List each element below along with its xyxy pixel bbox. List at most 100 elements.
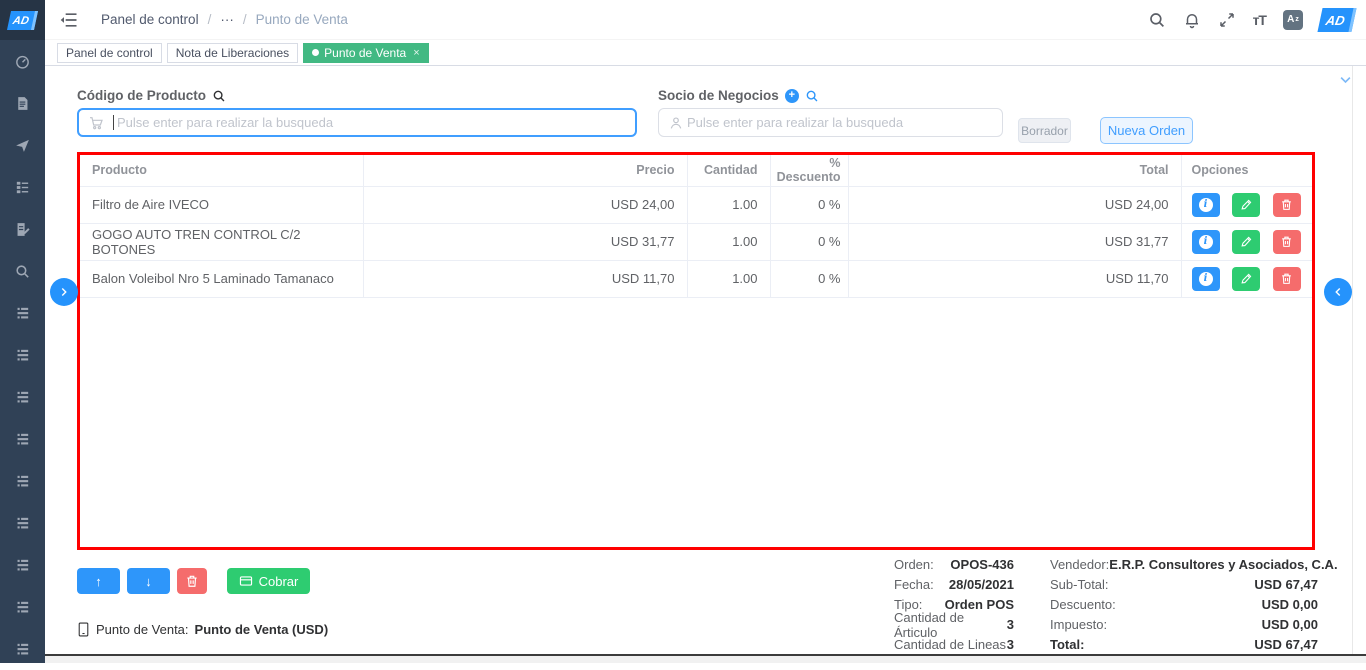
breadcrumb-separator: / xyxy=(243,12,247,27)
table-row[interactable]: Balon Voleibol Nro 5 Laminado Tamanaco U… xyxy=(80,260,1312,297)
header-search-button[interactable] xyxy=(1148,11,1166,29)
sidebar-item-list-2[interactable] xyxy=(0,334,45,376)
summary-value: USD 0,00 xyxy=(1262,597,1318,612)
line-info-button[interactable]: i xyxy=(1192,193,1220,217)
line-delete-button[interactable] xyxy=(1273,230,1301,254)
pos-terminal-info: Punto de Venta: Punto de Venta (USD) xyxy=(77,622,328,637)
cobrar-button[interactable]: Cobrar xyxy=(227,568,310,594)
breadcrumb: Panel de control / ··· / Punto de Venta xyxy=(101,12,348,27)
cell-product: Balon Voleibol Nro 5 Laminado Tamanaco xyxy=(80,260,363,297)
person-icon xyxy=(668,115,684,131)
move-line-down-button[interactable]: ↓ xyxy=(127,568,170,594)
trash-icon xyxy=(185,574,199,588)
sidebar-item-documents[interactable] xyxy=(0,82,45,124)
font-size-icon[interactable]: тT xyxy=(1253,12,1266,28)
partner-search-icon[interactable] xyxy=(805,89,819,103)
business-partner-label: Socio de Negocios + xyxy=(658,88,819,103)
sidebar-item-search[interactable] xyxy=(0,250,45,292)
breadcrumb-current: Punto de Venta xyxy=(256,12,348,27)
line-delete-button[interactable] xyxy=(1273,193,1301,217)
chevron-down-icon[interactable] xyxy=(1338,72,1353,87)
trash-icon xyxy=(1280,198,1293,211)
summary-label: Total: xyxy=(1050,637,1084,652)
expand-right-panel-button[interactable] xyxy=(1324,278,1352,306)
cell-product: GOGO AUTO TREN CONTROL C/2 BOTONES xyxy=(80,223,363,260)
list-icon xyxy=(14,641,31,658)
summary-row-fecha: Fecha: 28/05/2021 xyxy=(894,574,1014,594)
app-logo[interactable]: AD xyxy=(0,0,45,40)
avatar[interactable]: AD xyxy=(1317,8,1356,32)
sidebar-item-list-4[interactable] xyxy=(0,418,45,460)
sidebar-item-list-1[interactable] xyxy=(0,292,45,334)
partner-search-input[interactable]: Pulse enter para realizar la busqueda xyxy=(658,108,1003,137)
line-edit-button[interactable] xyxy=(1232,230,1260,254)
sidebar-item-list-9[interactable] xyxy=(0,628,45,670)
cell-qty: 1.00 xyxy=(687,223,770,260)
new-order-button[interactable]: Nueva Orden xyxy=(1100,117,1193,144)
pencil-icon xyxy=(1240,198,1253,211)
notifications-button[interactable] xyxy=(1183,11,1201,29)
product-search-icon[interactable] xyxy=(212,89,226,103)
summary-value: 28/05/2021 xyxy=(949,577,1014,592)
summary-row-cantidad-articulo: Cantidad de Árticulo3 xyxy=(894,615,1014,635)
summary-value: USD 67,47 xyxy=(1254,577,1318,592)
cobrar-label: Cobrar xyxy=(259,574,299,589)
product-search-input[interactable]: Pulse enter para realizar la busqueda xyxy=(77,108,637,137)
sidebar-item-list-5[interactable] xyxy=(0,460,45,502)
cell-total: USD 11,70 xyxy=(848,260,1181,297)
line-edit-button[interactable] xyxy=(1232,267,1260,291)
line-info-button[interactable]: i xyxy=(1192,230,1220,254)
col-header-opciones: Opciones xyxy=(1181,155,1312,186)
sidebar-item-send[interactable] xyxy=(0,124,45,166)
breadcrumb-root[interactable]: Panel de control xyxy=(101,12,199,27)
dashboard-icon xyxy=(14,53,31,70)
col-header-descuento: % Descuento xyxy=(770,155,848,186)
col-header-precio: Precio xyxy=(363,155,687,186)
sidebar-item-tree[interactable] xyxy=(0,166,45,208)
cell-options: i xyxy=(1181,223,1312,260)
cell-price: USD 31,77 xyxy=(363,223,687,260)
pencil-icon xyxy=(1240,272,1253,285)
tab-panel-de-control[interactable]: Panel de control xyxy=(57,43,162,63)
expand-left-panel-button[interactable] xyxy=(50,278,78,306)
sidebar-item-list-6[interactable] xyxy=(0,502,45,544)
trash-icon xyxy=(1280,235,1293,248)
sidebar-item-dashboard[interactable] xyxy=(0,40,45,82)
sidebar-item-list-8[interactable] xyxy=(0,586,45,628)
send-icon xyxy=(14,137,31,154)
summary-label: Fecha: xyxy=(894,577,934,592)
close-tab-icon[interactable]: × xyxy=(413,47,419,59)
line-delete-button[interactable] xyxy=(1273,267,1301,291)
cell-price: USD 24,00 xyxy=(363,186,687,223)
cell-total: USD 31,77 xyxy=(848,223,1181,260)
sidebar-item-list-7[interactable] xyxy=(0,544,45,586)
tree-list-icon xyxy=(14,179,31,196)
sidebar-item-list-3[interactable] xyxy=(0,376,45,418)
summary-row-orden: Orden:OPOS-436 xyxy=(894,554,1014,574)
sidebar-collapse-icon[interactable] xyxy=(59,10,79,30)
info-icon: i xyxy=(1199,235,1213,249)
move-line-up-button[interactable]: ↑ xyxy=(77,568,120,594)
draft-button[interactable]: Borrador xyxy=(1018,118,1071,143)
add-partner-icon[interactable]: + xyxy=(785,89,799,103)
line-info-button[interactable]: i xyxy=(1192,267,1220,291)
breadcrumb-ellipsis[interactable]: ··· xyxy=(220,12,234,27)
cell-qty: 1.00 xyxy=(687,260,770,297)
cell-discount: 0 % xyxy=(770,223,848,260)
col-header-producto: Producto xyxy=(80,155,363,186)
summary-row-cantidad-lineas: Cantidad de Lineas3 xyxy=(894,635,1014,655)
search-icon xyxy=(1148,11,1166,29)
product-code-label-text: Código de Producto xyxy=(77,88,206,103)
delete-line-button[interactable] xyxy=(177,568,207,594)
fullscreen-button[interactable] xyxy=(1218,11,1236,29)
table-row[interactable]: GOGO AUTO TREN CONTROL C/2 BOTONES USD 3… xyxy=(80,223,1312,260)
table-row[interactable]: Filtro de Aire IVECO USD 24,00 1.00 0 % … xyxy=(80,186,1312,223)
sidebar-item-document-edit[interactable] xyxy=(0,208,45,250)
tab-nota-de-liberaciones[interactable]: Nota de Liberaciones xyxy=(167,43,298,63)
line-edit-button[interactable] xyxy=(1232,193,1260,217)
summary-value: 3 xyxy=(1007,637,1014,652)
language-sup: z xyxy=(1295,16,1299,23)
trash-icon xyxy=(1280,272,1293,285)
tab-punto-de-venta[interactable]: Punto de Venta × xyxy=(303,43,429,63)
language-icon[interactable]: Az xyxy=(1283,10,1303,30)
